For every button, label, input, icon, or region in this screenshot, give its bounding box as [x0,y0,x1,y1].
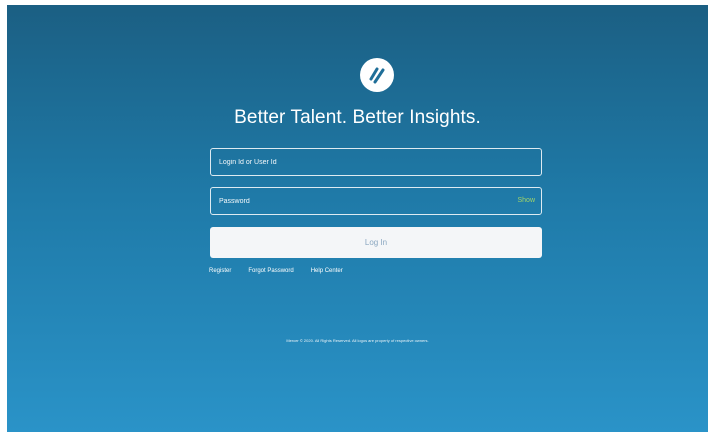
login-screen: Better Talent. Better Insights. Show Log… [7,5,708,432]
forgot-password-link[interactable]: Forgot Password [248,268,293,274]
login-button[interactable]: Log In [210,227,542,258]
show-password-toggle[interactable]: Show [517,197,535,204]
register-link[interactable]: Register [209,268,231,274]
auth-links: Register Forgot Password Help Center [209,268,343,274]
login-id-field-wrapper [210,148,542,176]
slash-circle-logo-icon [360,58,394,92]
brand-tagline: Better Talent. Better Insights. [234,107,481,128]
footer-copyright: Mercer © 2020. All Rights Reserved. All … [286,338,429,343]
password-input[interactable] [211,188,541,214]
login-id-input[interactable] [211,149,541,175]
password-field-wrapper: Show [210,187,542,215]
help-center-link[interactable]: Help Center [311,268,343,274]
